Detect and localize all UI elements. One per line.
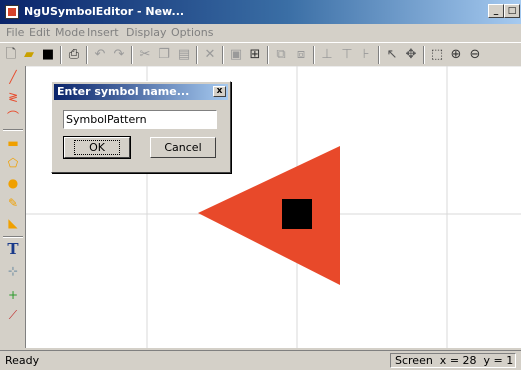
ok-button[interactable]: OK: [63, 136, 131, 159]
symbol-name-input[interactable]: [63, 110, 217, 129]
rectangle-icon[interactable]: ▬: [4, 134, 22, 152]
group-icon[interactable]: ⧉: [273, 47, 289, 63]
open-icon[interactable]: ▰: [21, 47, 37, 63]
new-icon[interactable]: 🗋: [3, 47, 19, 63]
align3-icon[interactable]: ⊦: [358, 47, 374, 63]
text-icon[interactable]: T: [4, 240, 22, 258]
symbol-square[interactable]: [282, 199, 312, 229]
arc-icon[interactable]: ⌒: [4, 108, 22, 126]
line-icon[interactable]: ╱: [4, 68, 22, 86]
title-bar: NgUSymbolEditor - New... _ □: [0, 0, 521, 24]
pencil-icon[interactable]: ✎: [4, 194, 22, 212]
paste-icon[interactable]: ▤: [176, 47, 192, 63]
minimize-button[interactable]: _: [488, 4, 504, 18]
menu-insert[interactable]: Insert: [87, 26, 119, 39]
image2-icon[interactable]: ⊞: [247, 47, 263, 63]
anchor-point-icon[interactable]: +: [4, 286, 22, 304]
toolbar-separator: [378, 46, 380, 64]
save-icon[interactable]: ■: [40, 47, 56, 63]
ok-button-label: OK: [74, 140, 120, 155]
align-icon[interactable]: ⊥: [319, 47, 335, 63]
tool-separator: [3, 129, 23, 131]
zoom-in-icon[interactable]: ⊕: [448, 47, 464, 63]
fill-icon[interactable]: ◣: [4, 214, 22, 232]
toolbar-separator: [267, 46, 269, 64]
select-move-icon[interactable]: ✥: [403, 47, 419, 63]
cut-icon[interactable]: ✂: [137, 47, 153, 63]
menu-file[interactable]: File: [6, 26, 24, 39]
cancel-button[interactable]: Cancel: [150, 137, 216, 158]
dialog-title: Enter symbol name...: [57, 85, 190, 98]
toolbar-separator: [86, 46, 88, 64]
window-title: NgUSymbolEditor - New...: [24, 5, 185, 18]
enter-symbol-name-dialog: Enter symbol name... x OK Cancel: [51, 81, 231, 173]
toolbar-separator: [131, 46, 133, 64]
align2-icon[interactable]: ⊤: [339, 47, 355, 63]
menu-options[interactable]: Options: [171, 26, 213, 39]
connect-point-icon[interactable]: ⟋: [4, 306, 22, 324]
toolbar-separator: [313, 46, 315, 64]
menu-mode[interactable]: Mode: [55, 26, 85, 39]
toolbar-separator: [196, 46, 198, 64]
text-attr-icon[interactable]: ⊹: [4, 262, 22, 280]
delete-icon[interactable]: ✕: [202, 47, 218, 63]
menu-edit[interactable]: Edit: [29, 26, 50, 39]
select-icon[interactable]: ↖: [384, 47, 400, 63]
coordinate-readout: Screen x = 28 y = 1: [390, 353, 516, 368]
menu-display[interactable]: Display: [126, 26, 167, 39]
circle-icon[interactable]: ●: [4, 174, 22, 192]
toolbar-separator: [222, 46, 224, 64]
redo-icon[interactable]: ↷: [111, 47, 127, 63]
status-text: Ready: [5, 354, 40, 367]
tool-separator: [3, 236, 23, 238]
undo-icon[interactable]: ↶: [92, 47, 108, 63]
polyline-icon[interactable]: ≷: [4, 88, 22, 106]
drawing-toolbar: ╱ ≷ ⌒ ▬ ⬠ ● ✎ ◣ T ⊹ + ⟋: [0, 66, 26, 348]
dialog-title-bar: Enter symbol name... x: [54, 84, 228, 100]
toolbar-separator: [423, 46, 425, 64]
toolbar: 🗋 ▰ ■ ⎙ ↶ ↷ ✂ ❐ ▤ ✕ ▣ ⊞ ⧉ ⧈ ⊥ ⊤ ⊦ ↖ ✥ ⬚ …: [0, 42, 521, 66]
polygon-icon[interactable]: ⬠: [4, 154, 22, 172]
dialog-close-button[interactable]: x: [213, 86, 226, 97]
image-icon[interactable]: ▣: [228, 47, 244, 63]
copy-icon[interactable]: ❐: [156, 47, 172, 63]
ungroup-icon[interactable]: ⧈: [293, 47, 309, 63]
print-icon[interactable]: ⎙: [66, 47, 82, 63]
toolbar-separator: [60, 46, 62, 64]
app-icon[interactable]: [5, 5, 19, 19]
status-bar: Ready Screen x = 28 y = 1: [0, 350, 521, 370]
zoom-window-icon[interactable]: ⬚: [429, 47, 445, 63]
maximize-button[interactable]: □: [504, 4, 520, 18]
menu-bar: File Edit Mode Insert Display Options: [0, 24, 521, 42]
zoom-out-icon[interactable]: ⊖: [467, 47, 483, 63]
